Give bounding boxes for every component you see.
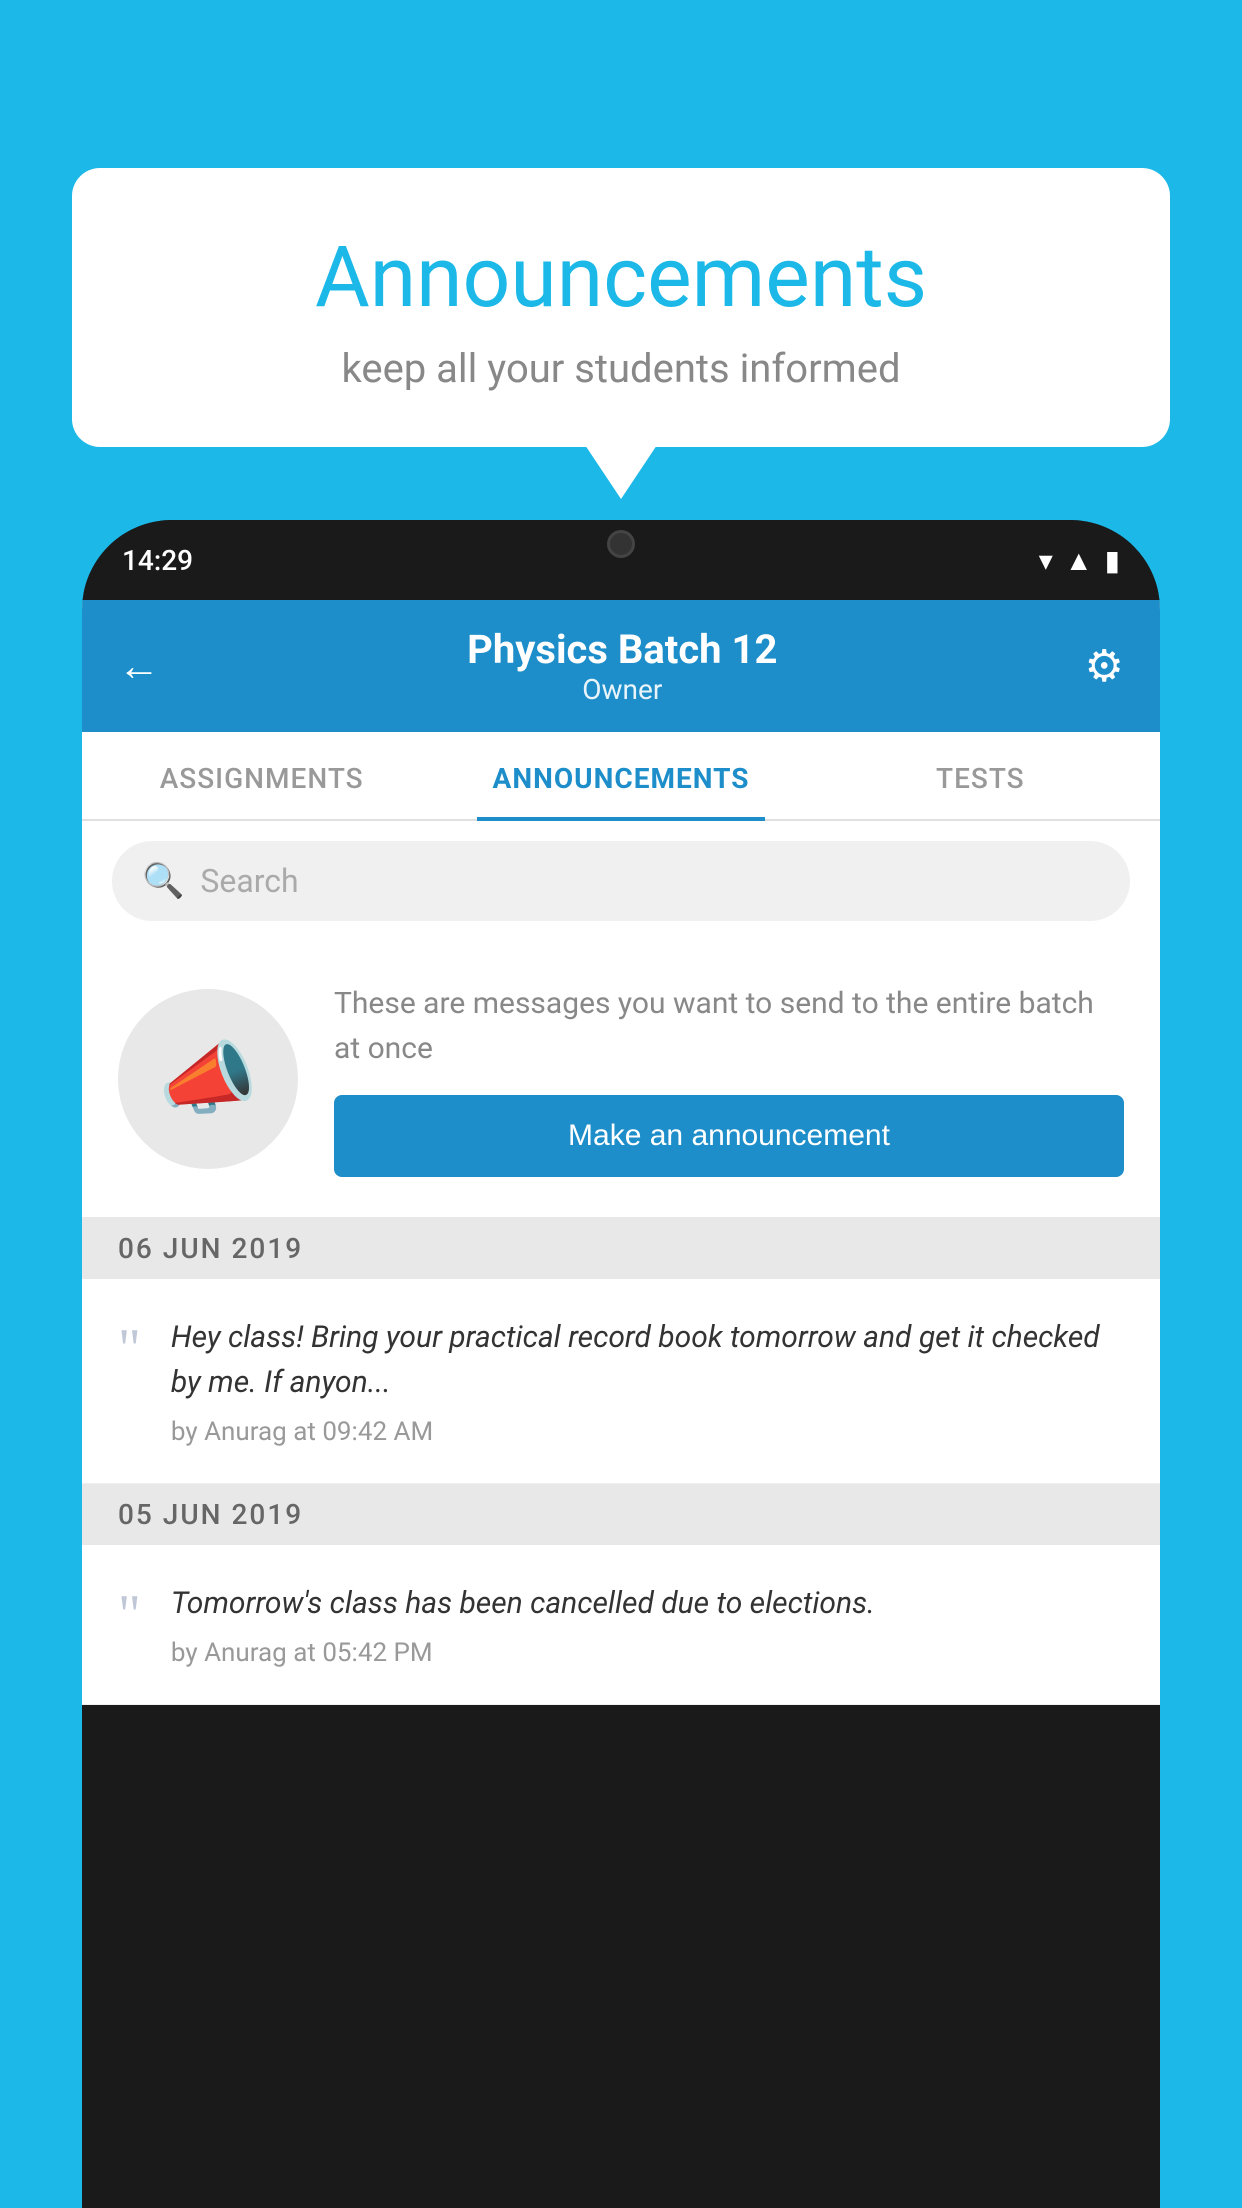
header-subtitle: Owner [467,673,777,706]
search-icon: 🔍 [142,861,184,901]
search-input[interactable]: Search [200,862,298,900]
quote-icon-1: " [118,1321,141,1377]
header-title: Physics Batch 12 [467,626,777,673]
battery-icon: ▮ [1105,544,1120,577]
speech-bubble: Announcements keep all your students inf… [72,168,1170,447]
megaphone-circle: 📣 [118,989,298,1169]
header-center: Physics Batch 12 Owner [467,626,777,706]
make-announcement-button[interactable]: Make an announcement [334,1095,1124,1177]
status-time: 14:29 [122,544,193,577]
promo-description: These are messages you want to send to t… [334,981,1124,1071]
speech-bubble-container: Announcements keep all your students inf… [72,168,1170,447]
quote-icon-2: " [118,1587,141,1643]
announcement-meta-1: by Anurag at 09:42 AM [171,1417,1124,1447]
promo-card: 📣 These are messages you want to send to… [82,941,1160,1218]
announcement-meta-2: by Anurag at 05:42 PM [171,1638,1124,1668]
promo-content: These are messages you want to send to t… [334,981,1124,1177]
announcement-content-2: Tomorrow's class has been cancelled due … [171,1581,1124,1668]
phone-camera [607,530,635,558]
announcement-text-2: Tomorrow's class has been cancelled due … [171,1581,1124,1626]
status-icons: ▾ ▲ ▮ [1039,544,1120,577]
date-separator-2: 05 JUN 2019 [82,1484,1160,1545]
phone-frame: 14:29 ▾ ▲ ▮ ← Physics Batch 12 Owner ⚙ A… [82,520,1160,2208]
speech-bubble-subtitle: keep all your students informed [132,345,1110,392]
tab-announcements[interactable]: ANNOUNCEMENTS [441,732,800,819]
tabs-bar: ASSIGNMENTS ANNOUNCEMENTS TESTS [82,732,1160,821]
phone-notch [541,520,701,570]
speech-bubble-title: Announcements [132,228,1110,327]
announcement-content-1: Hey class! Bring your practical record b… [171,1315,1124,1447]
app-header: ← Physics Batch 12 Owner ⚙ [82,600,1160,732]
search-container: 🔍 Search [82,821,1160,941]
announcement-item-1: " Hey class! Bring your practical record… [82,1279,1160,1484]
megaphone-icon: 📣 [158,1032,258,1126]
tab-tests[interactable]: TESTS [801,732,1160,819]
gear-icon[interactable]: ⚙ [1085,640,1124,692]
wifi-icon: ▾ [1039,544,1053,577]
tab-assignments[interactable]: ASSIGNMENTS [82,732,441,819]
signal-icon: ▲ [1065,544,1093,577]
app-screen: ← Physics Batch 12 Owner ⚙ ASSIGNMENTS A… [82,600,1160,1705]
search-box[interactable]: 🔍 Search [112,841,1130,921]
back-button[interactable]: ← [118,642,160,691]
announcement-text-1: Hey class! Bring your practical record b… [171,1315,1124,1405]
status-bar: 14:29 ▾ ▲ ▮ [82,520,1160,600]
date-separator-1: 06 JUN 2019 [82,1218,1160,1279]
announcement-item-2: " Tomorrow's class has been cancelled du… [82,1545,1160,1705]
